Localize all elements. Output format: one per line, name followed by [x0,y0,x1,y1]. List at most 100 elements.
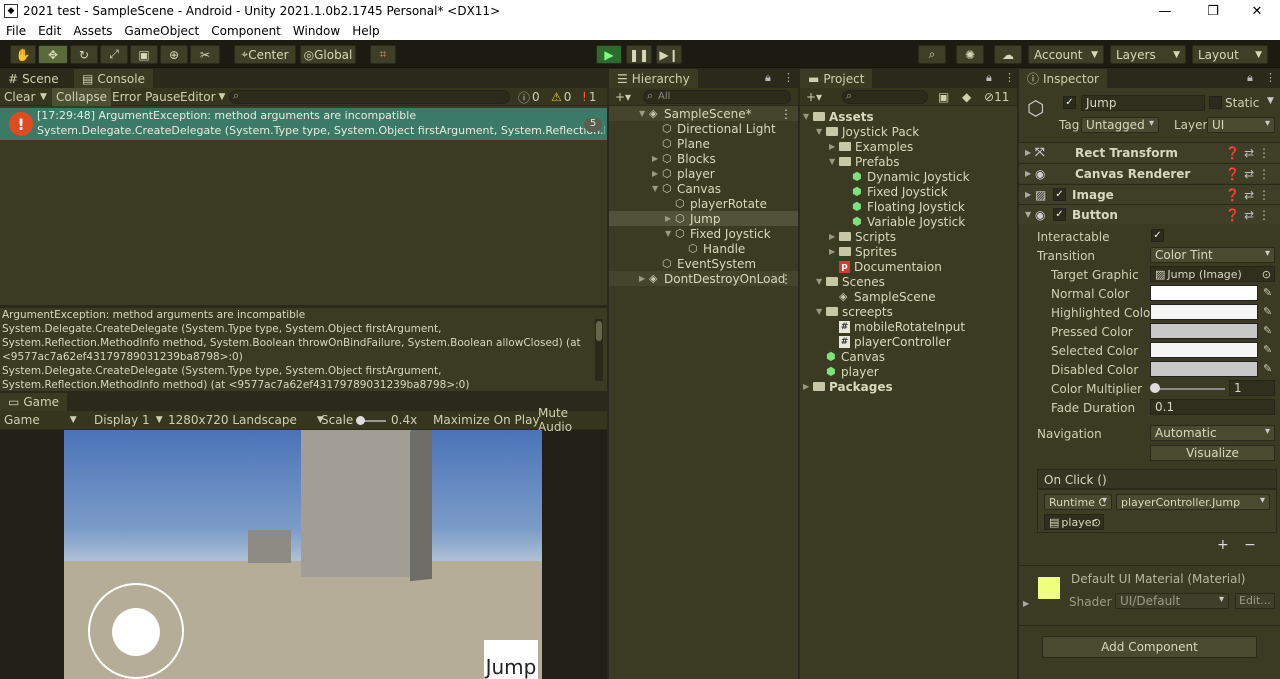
game-mode-dropdown[interactable]: Game ▼ [0,411,81,429]
tree-item[interactable]: ▶ Packages [800,379,1017,394]
add-button[interactable]: +▾ [802,88,826,106]
grid-snap-icon[interactable]: ⌗ [370,45,396,64]
tab-inspector[interactable]: ⓘ Inspector [1019,69,1107,88]
chevron-down-icon[interactable]: ▼ [829,157,839,166]
chevron-down-icon[interactable]: ▼ [652,184,662,193]
object-picker-icon[interactable]: ⊙ [1092,516,1101,529]
chevron-down-icon[interactable]: ▼ [1267,96,1274,106]
add-listener-button[interactable]: + [1217,537,1229,553]
rect-tool-icon[interactable]: ▣ [130,45,158,64]
edit-shader-button[interactable]: Edit... [1235,593,1275,609]
scrollbar-thumb[interactable] [596,321,602,341]
more-icon[interactable]: ⋮ [780,272,792,286]
eyedropper-icon[interactable]: ✎ [1263,324,1272,337]
scale-tool-icon[interactable]: ⤢ [100,45,128,64]
tree-item[interactable]: ▼ ⬡ Fixed Joystick [609,226,798,241]
console-log-entry[interactable]: ! [17:29:48] ArgumentException: method a… [0,108,607,140]
tree-item[interactable]: ▶ ⬡ Jump [609,211,798,226]
pause-button[interactable]: ❚❚ [626,45,652,64]
hierarchy-search-input[interactable]: All [643,89,791,104]
pivot-center-button[interactable]: ⌖ Center [234,45,296,64]
chevron-down-icon[interactable]: ▼ [665,229,675,238]
target-graphic-field[interactable]: ▨ Jump (Image) ⊙ [1150,266,1275,282]
tree-item[interactable]: ⬢ Canvas [800,349,1017,364]
maximize-icon[interactable]: ❐ [1190,0,1236,22]
custom-tool-icon[interactable]: ✂ [190,45,220,64]
more-icon[interactable]: ⋮ [1004,71,1015,84]
tree-item[interactable]: ▶ ⬡ player [609,166,798,181]
add-button[interactable]: +▾ [611,88,635,106]
tree-item[interactable]: ▼ screepts [800,304,1017,319]
chevron-down-icon[interactable]: ▼ [816,307,826,316]
tab-hierarchy[interactable]: ☰ Hierarchy [609,69,698,88]
eyedropper-icon[interactable]: ✎ [1263,343,1272,356]
tab-game[interactable]: ▭ Game [0,393,68,411]
object-name-field[interactable]: Jump [1081,95,1205,111]
component-button[interactable]: ▼ ◉ ✓ Button ❓ ⇄ ⋮ [1019,204,1280,224]
minimize-icon[interactable]: — [1142,0,1188,22]
resolution-dropdown[interactable]: 1280x720 Landscape ▼ [164,411,328,429]
layout-dropdown[interactable]: Layout ▼ [1192,45,1268,64]
console-scrollbar[interactable] [595,319,603,381]
chevron-right-icon[interactable]: ▶ [652,154,662,163]
collab-icon[interactable]: ✺ [956,45,984,64]
tree-item[interactable]: ▶ Sprites [800,244,1017,259]
menu-gameobject[interactable]: GameObject [118,24,205,38]
tree-item[interactable]: ◈ SampleScene [800,289,1017,304]
cloud-icon[interactable]: ☁ [994,45,1022,64]
tree-item[interactable]: ⬢ Floating Joystick [800,199,1017,214]
menu-assets[interactable]: Assets [67,24,118,38]
jump-button[interactable]: Jump [484,640,538,679]
tab-console[interactable]: ▤ Console [74,69,153,88]
menu-edit[interactable]: Edit [32,24,67,38]
tree-item[interactable]: ⬡ EventSystem [609,256,798,271]
close-icon[interactable]: ✕ [1234,0,1280,22]
chevron-down-icon[interactable]: ▼ [639,109,649,118]
chevron-right-icon[interactable]: ▶ [1023,599,1029,608]
disabled-color-swatch[interactable] [1150,361,1258,377]
search-icon[interactable]: ⌕ [918,45,946,64]
shader-dropdown[interactable]: UI/Default [1115,593,1229,609]
transform-tool-icon[interactable]: ⊕ [160,45,188,64]
play-button[interactable]: ▶ [596,45,622,64]
navigation-dropdown[interactable]: Automatic [1150,425,1275,441]
tree-item[interactable]: ⬢ Fixed Joystick [800,184,1017,199]
chevron-down-icon[interactable]: ▼ [36,88,51,106]
chevron-right-icon[interactable]: ▶ [652,169,662,178]
pivot-global-button[interactable]: ◎ Global [300,45,356,64]
lock-icon[interactable]: 🔒︎ [986,71,992,85]
tree-item[interactable]: ▼ Joystick Pack [800,124,1017,139]
lock-icon[interactable]: 🔒︎ [765,71,771,85]
color-multiplier-field[interactable]: 1 [1229,380,1275,396]
tree-item[interactable]: ▼ ⬡ Canvas [609,181,798,196]
call-state-dropdown[interactable]: Runtime C [1044,494,1112,510]
selected-color-swatch[interactable] [1150,342,1258,358]
tree-item[interactable]: ⬢ player [800,364,1017,379]
tree-item[interactable]: ▼ Prefabs [800,154,1017,169]
button-enabled-checkbox[interactable]: ✓ [1053,208,1066,221]
component-menu-icons[interactable]: ❓ ⇄ ⋮ [1225,188,1270,202]
log-filter-button[interactable]: ⓘ 0 [514,88,544,106]
tree-item[interactable]: # playerController [800,334,1017,349]
more-icon[interactable]: ⋮ [1265,71,1276,84]
tab-project[interactable]: ▬ Project [800,69,873,88]
tree-item[interactable]: ⬢ Variable Joystick [800,214,1017,229]
scale-slider-thumb[interactable] [356,416,365,425]
joystick-handle[interactable] [112,608,160,656]
component-menu-icons[interactable]: ❓ ⇄ ⋮ [1225,208,1270,222]
tree-item[interactable]: # mobileRotateInput [800,319,1017,334]
tree-item[interactable]: ⬡ playerRotate [609,196,798,211]
filter-type-icon[interactable]: ▣ [934,88,953,106]
image-enabled-checkbox[interactable]: ✓ [1053,188,1066,201]
editor-dropdown[interactable]: Editor ▼ [176,88,229,106]
chevron-right-icon[interactable]: ▶ [829,142,839,151]
hand-tool-icon[interactable]: ✋ [10,45,36,64]
game-viewport[interactable]: Jump [64,430,542,679]
layers-dropdown[interactable]: Layers ▼ [1110,45,1186,64]
eyedropper-icon[interactable]: ✎ [1263,286,1272,299]
maximize-on-play-button[interactable]: Maximize On Play [429,411,544,429]
tree-item[interactable]: ▼ ◈ SampleScene* ⋮ [609,106,798,121]
chevron-down-icon[interactable]: ▼ [816,277,826,286]
add-component-button[interactable]: Add Component [1042,636,1257,658]
hidden-packages-button[interactable]: ⊘ 11 [980,88,1013,106]
